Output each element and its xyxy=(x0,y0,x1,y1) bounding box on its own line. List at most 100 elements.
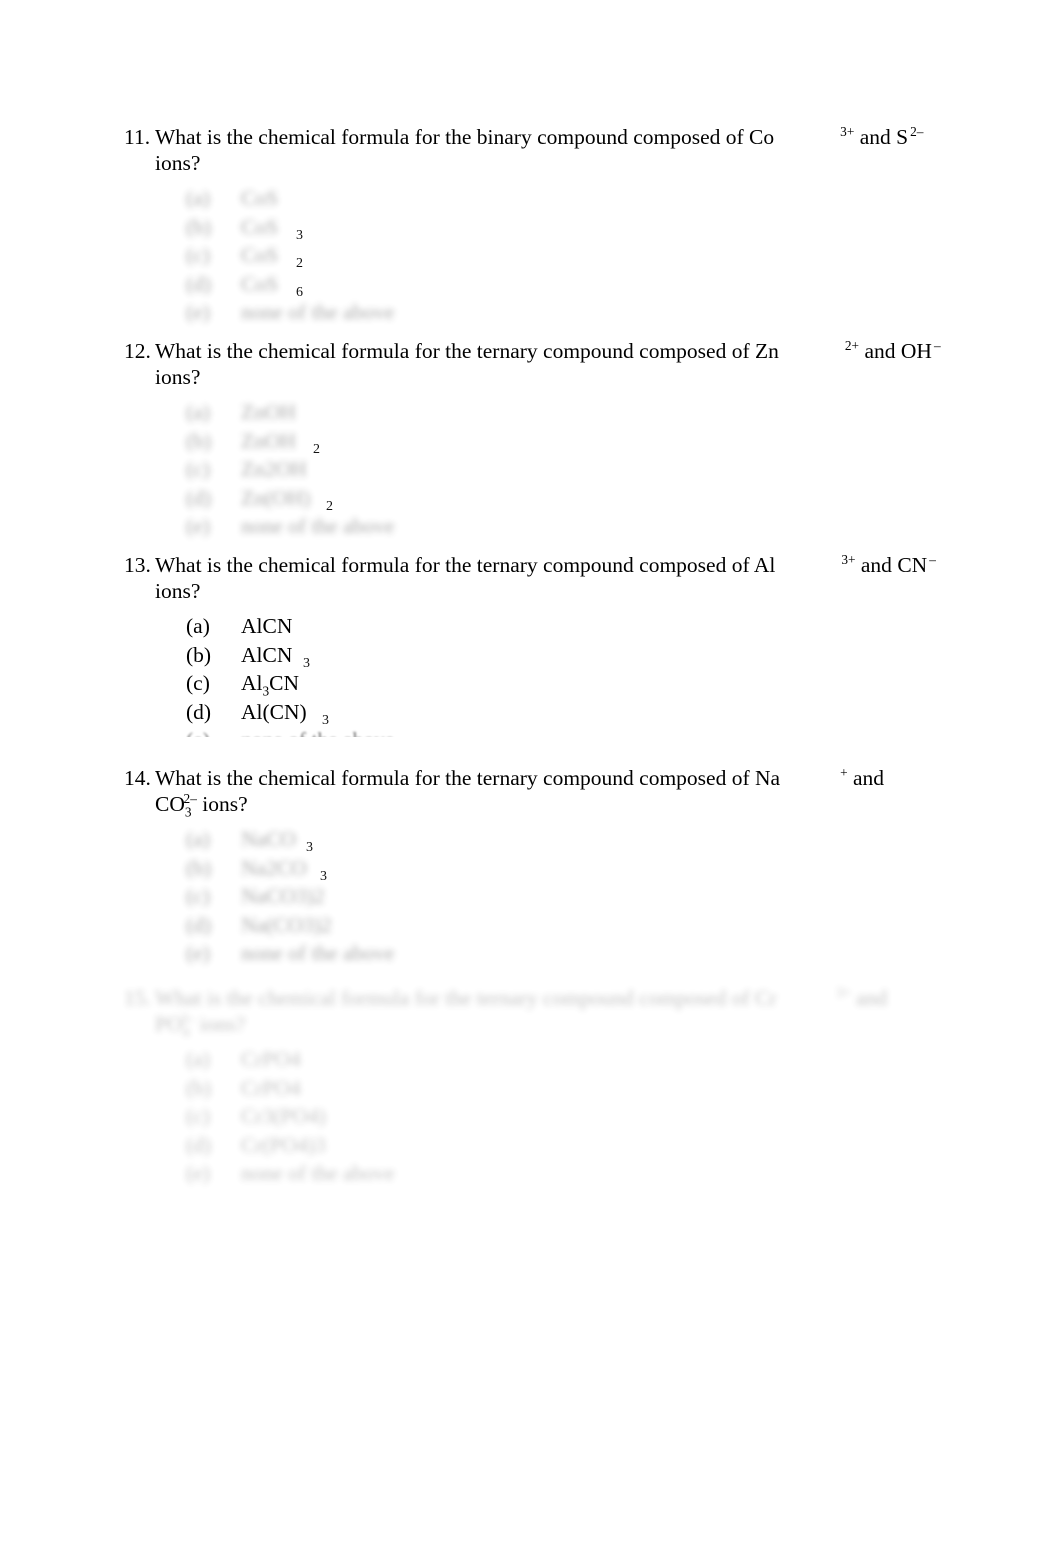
option-row[interactable]: (d) Al(CN) 3 xyxy=(186,698,954,728)
question-number: 13. xyxy=(124,553,151,577)
option-text: CoS xyxy=(241,214,279,239)
question-number: 11. xyxy=(124,125,151,149)
ion-superscript-1: + xyxy=(840,764,848,780)
question-text: What is the chemical formula for the ter… xyxy=(155,339,779,363)
option-label: (d) xyxy=(186,699,212,724)
option-label: (a) xyxy=(186,1047,210,1071)
option-label: (d) xyxy=(186,485,212,510)
ion-symbol-2: S xyxy=(896,125,909,149)
ion-superscript-2: 3– xyxy=(181,1010,195,1026)
option-row[interactable]: (c) Al3CN xyxy=(186,669,954,698)
option-label: (c) xyxy=(186,243,210,267)
option-label: (a) xyxy=(186,400,210,424)
option-row[interactable]: (c) Cr3(PO4) xyxy=(186,1102,954,1131)
option-label: (c) xyxy=(186,671,210,695)
option-list-11: (a) CoS (b) CoS 3 (c) CoS 2 (d) CoS 6 (e… xyxy=(186,184,954,327)
question-block-12: 12. What is the chemical formula for the… xyxy=(124,338,954,541)
option-text: CoS xyxy=(241,186,279,210)
option-label: (a) xyxy=(186,827,210,851)
option-row[interactable]: (a) NaCO 3 xyxy=(186,825,954,855)
option-text: NaCO xyxy=(241,827,296,851)
option-text: ZnOH xyxy=(241,428,296,453)
option-row[interactable]: (d) Cr(PO4)3 xyxy=(186,1131,954,1160)
question-stem-12: 12. What is the chemical formula for the… xyxy=(124,338,954,390)
option-row[interactable]: (d) Zn(OH) 2 xyxy=(186,484,954,514)
ion-superscript-1: 2+ xyxy=(844,337,860,353)
ion-superscript-2: – xyxy=(929,551,936,567)
option-label: (e) xyxy=(186,300,210,324)
option-row[interactable]: (e) none of the above xyxy=(186,1159,954,1188)
option-text: CoS xyxy=(241,271,279,296)
option-row[interactable]: (b) CoS 3 xyxy=(186,213,954,243)
option-row[interactable]: (b) CrPO4 xyxy=(186,1074,954,1103)
ion-subscript-2: 3 xyxy=(184,804,192,820)
option-label: (b) xyxy=(186,1075,212,1100)
ion-superscript-1: 3+ xyxy=(836,984,851,1000)
ion-superscript-1: 3+ xyxy=(840,123,855,139)
option-label: (e) xyxy=(186,514,210,538)
option-row[interactable]: (e) none of the above xyxy=(186,512,954,541)
option-text: Al3CN xyxy=(241,671,300,699)
option-label: (b) xyxy=(186,642,212,667)
conjunction: and xyxy=(859,125,891,149)
option-text: CoS xyxy=(241,243,279,267)
option-text: CrPO4 xyxy=(241,1047,301,1071)
option-row[interactable]: (a) ZnOH xyxy=(186,398,954,427)
option-row[interactable]: (c) Zn2OH xyxy=(186,455,954,484)
option-label: (e) xyxy=(186,941,210,965)
question-block-13: 13. What is the chemical formula for the… xyxy=(124,552,954,737)
option-label: (d) xyxy=(186,271,212,296)
option-label: (d) xyxy=(186,1132,212,1157)
option-row[interactable]: (e) none of the above xyxy=(186,939,954,968)
ion-symbol-2: PO xyxy=(155,1012,183,1036)
question-text-line2: ions? xyxy=(155,365,201,389)
option-text: none of the above xyxy=(241,726,394,737)
option-text: ZnOH xyxy=(241,400,296,424)
document-page: 11. What is the chemical formula for the… xyxy=(0,0,1062,1561)
option-label: (c) xyxy=(186,1104,210,1128)
option-text: NaCO3)2 xyxy=(241,884,325,908)
question-text: What is the chemical formula for the ter… xyxy=(155,553,776,577)
ion-superscript-1: 3+ xyxy=(841,551,856,567)
option-label: (d) xyxy=(186,912,212,937)
option-text: none of the above xyxy=(241,300,395,324)
option-list-15: (a) CrPO4 (b) CrPO4 (c) Cr3(PO4) (d) Cr(… xyxy=(186,1045,954,1188)
option-row[interactable]: (b) Na2CO 3 xyxy=(186,854,954,884)
question-block-14: 14. What is the chemical formula for the… xyxy=(124,765,954,968)
option-row[interactable]: (d) CoS 6 xyxy=(186,270,954,300)
option-label: (e) xyxy=(186,1161,210,1185)
ion-symbol-2: CO xyxy=(155,792,185,816)
question-text: What is the chemical formula for the ter… xyxy=(155,986,777,1010)
conjunction: and xyxy=(852,766,885,790)
ion-subscript-2: 4 xyxy=(182,1024,190,1040)
option-row[interactable]: (b) AlCN 3 xyxy=(186,641,954,671)
option-label: (c) xyxy=(186,884,210,908)
option-row[interactable]: (a) CrPO4 xyxy=(186,1045,954,1074)
conjunction: and xyxy=(864,339,896,363)
option-row[interactable]: (d) Na(CO3)2 xyxy=(186,911,954,940)
option-text: Zn2OH xyxy=(241,457,307,481)
option-row[interactable]: (e) none of the above xyxy=(186,298,954,327)
option-row[interactable]: (c) CoS 2 xyxy=(186,241,954,271)
option-row[interactable]: (a) AlCN xyxy=(186,612,954,641)
option-label: (a) xyxy=(186,186,210,210)
option-label: (e) xyxy=(186,726,228,737)
option-text: none of the above xyxy=(241,1161,395,1185)
option-row[interactable]: (a) CoS xyxy=(186,184,954,213)
ion-superscript-2: 2– xyxy=(910,123,924,139)
option-row[interactable]: (c) NaCO3)2 xyxy=(186,882,954,911)
option-text: Cr(PO4)3 xyxy=(241,1132,326,1157)
question-stem-11: 11. What is the chemical formula for the… xyxy=(124,124,954,176)
ion-superscript-2: – xyxy=(933,337,941,353)
option-text: none of the above xyxy=(241,941,395,965)
question-stem-13: 13. What is the chemical formula for the… xyxy=(124,552,954,604)
option-text: Zn(OH) xyxy=(241,485,311,510)
question-stem-14: 14. What is the chemical formula for the… xyxy=(124,764,954,820)
question-text-line2: ions? xyxy=(155,151,201,175)
option-row[interactable]: (e) none of the above xyxy=(186,726,954,737)
question-block-15: 15. What is the chemical formula for the… xyxy=(124,985,954,1188)
question-text: What is the chemical formula for the ter… xyxy=(155,766,781,790)
question-text-line2: ions? xyxy=(199,1012,246,1036)
option-label: (b) xyxy=(186,214,212,239)
option-row[interactable]: (b) ZnOH 2 xyxy=(186,427,954,457)
